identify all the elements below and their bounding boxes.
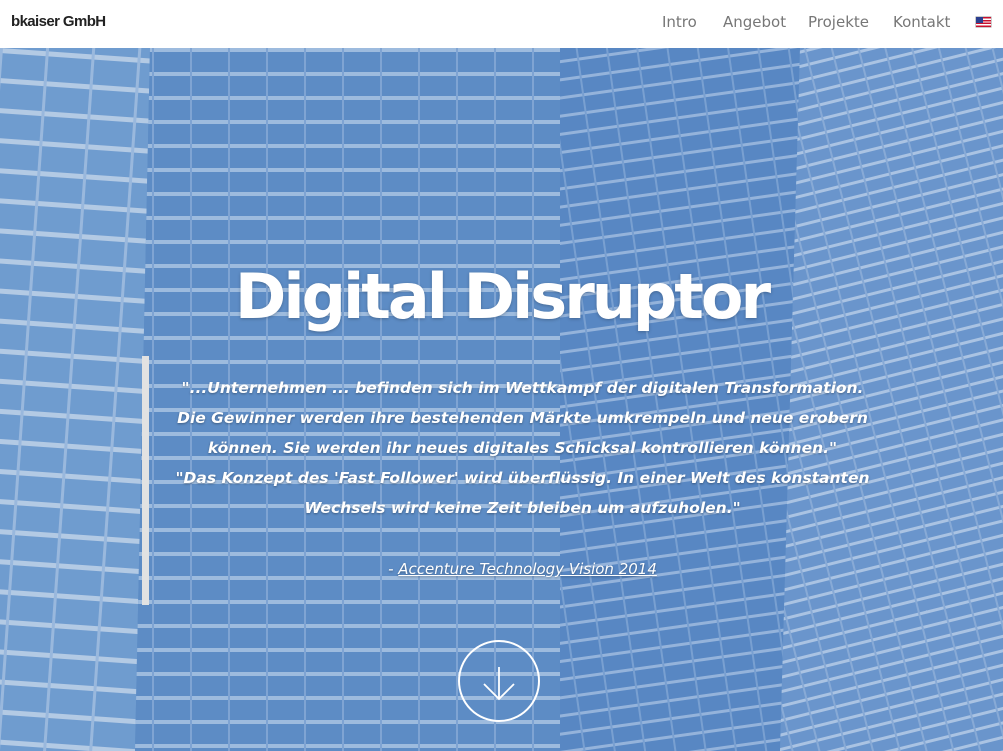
- quote-paragraph-2: "Das Konzept des 'Fast Follower' wird üb…: [175, 469, 870, 517]
- nav-item-intro[interactable]: Intro: [662, 13, 697, 31]
- nav-item-projekte[interactable]: Projekte: [808, 13, 869, 31]
- hero-section: Digital Disruptor "...Unternehmen ... be…: [0, 48, 1003, 751]
- scroll-down-button[interactable]: [458, 640, 540, 722]
- nav-item-kontakt[interactable]: Kontakt: [893, 13, 950, 31]
- brand-logo[interactable]: bkaiser GmbH: [11, 13, 106, 30]
- nav-item-angebot[interactable]: Angebot: [723, 13, 786, 31]
- quote-paragraph-1: "...Unternehmen ... befinden sich im Wet…: [177, 379, 868, 457]
- flag-canton: [976, 17, 983, 23]
- quote-source: - Accenture Technology Vision 2014: [170, 560, 875, 578]
- hero-quote: "...Unternehmen ... befinden sich im Wet…: [170, 373, 875, 523]
- source-link[interactable]: Accenture Technology Vision 2014: [398, 560, 657, 578]
- us-flag-icon[interactable]: [976, 17, 991, 27]
- quote-border: [142, 356, 149, 605]
- top-navbar: bkaiser GmbH Intro Angebot Projekte Kont…: [0, 0, 1003, 48]
- hero-title: Digital Disruptor: [234, 260, 771, 333]
- arrow-down-circle-icon: [483, 667, 515, 701]
- source-prefix: -: [388, 560, 399, 578]
